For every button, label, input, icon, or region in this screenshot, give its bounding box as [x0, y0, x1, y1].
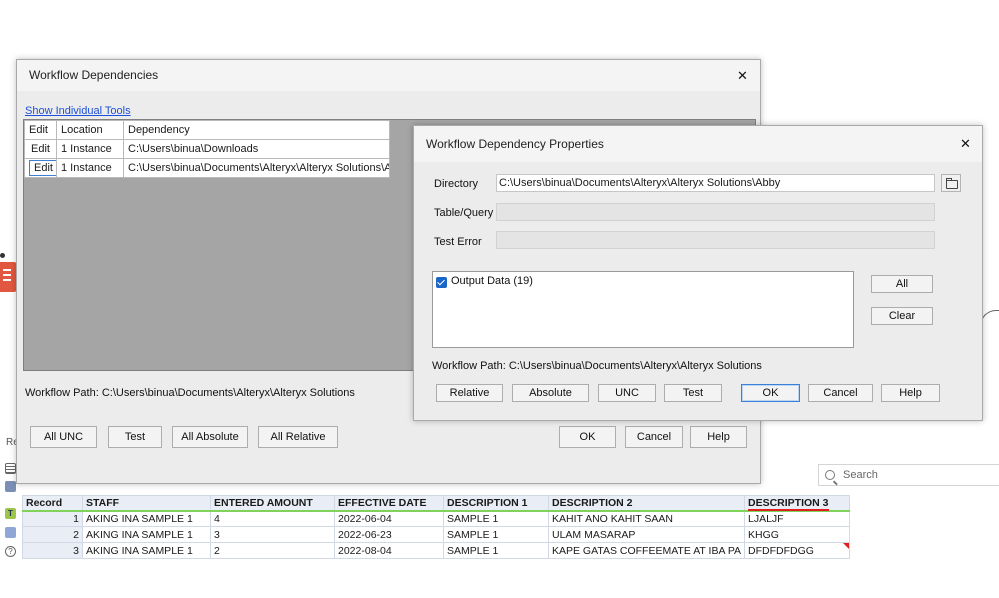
table-row[interactable]: 3 AKING INA SAMPLE 1 2 2022-08-04 SAMPLE… — [22, 542, 850, 559]
cancel-button[interactable]: Cancel — [625, 426, 683, 448]
table-cell[interactable]: ULAM MASARAP — [548, 526, 745, 543]
close-icon[interactable]: ✕ — [737, 68, 748, 84]
help-button[interactable]: Help — [690, 426, 747, 448]
table-cell[interactable]: 2022-06-04 — [334, 510, 444, 527]
table-cell[interactable]: SAMPLE 1 — [443, 526, 549, 543]
column-header-record[interactable]: Record — [22, 495, 83, 512]
list-view-icon[interactable] — [5, 463, 16, 474]
clear-button[interactable]: Clear — [871, 307, 933, 325]
table-cell[interactable]: KAHIT ANO KAHIT SAAN — [548, 510, 745, 527]
grid-header-row: Record STAFF ENTERED AMOUNT EFFECTIVE DA… — [22, 495, 850, 512]
column-header-dependency: Dependency — [123, 120, 390, 140]
table-query-field — [496, 203, 935, 221]
tools-list[interactable]: Output Data (19) — [432, 271, 854, 348]
dialog-title-bar[interactable]: Workflow Dependencies — [17, 60, 760, 91]
column-header-location: Location — [56, 120, 124, 140]
table-row[interactable]: 1 AKING INA SAMPLE 1 4 2022-06-04 SAMPLE… — [22, 510, 850, 527]
ok-button[interactable]: OK — [559, 426, 616, 448]
close-icon[interactable]: ✕ — [960, 136, 971, 152]
test-button[interactable]: Test — [664, 384, 722, 402]
table-view-icon[interactable] — [5, 481, 16, 492]
all-unc-button[interactable]: All UNC — [30, 426, 97, 448]
unc-button[interactable]: UNC — [598, 384, 656, 402]
location-cell: 1 Instance — [56, 139, 124, 159]
help-icon[interactable]: ? — [5, 546, 16, 557]
search-placeholder: Search — [843, 469, 878, 481]
results-data-grid[interactable]: Record STAFF ENTERED AMOUNT EFFECTIVE DA… — [22, 495, 850, 559]
all-absolute-button[interactable]: All Absolute — [172, 426, 248, 448]
location-cell: 1 Instance — [56, 158, 124, 178]
output-tool-icon[interactable] — [0, 262, 17, 292]
dependency-row[interactable]: Edit 1 Instance C:\Users\binua\Downloads — [24, 139, 390, 159]
table-cell[interactable]: LJALJF — [744, 510, 850, 527]
test-error-label: Test Error — [434, 236, 482, 248]
column-header-effective-date[interactable]: EFFECTIVE DATE — [334, 495, 444, 512]
table-cell[interactable]: SAMPLE 1 — [443, 542, 549, 559]
ok-button[interactable]: OK — [741, 384, 800, 402]
table-cell[interactable]: 3 — [210, 526, 335, 543]
table-cell-truncated[interactable]: DFDFDFDGG — [744, 542, 850, 559]
canvas-connection-dot — [0, 253, 5, 258]
column-header-entered-amount[interactable]: ENTERED AMOUNT — [210, 495, 335, 512]
text-type-icon[interactable]: T — [5, 508, 16, 519]
table-query-label: Table/Query — [434, 207, 494, 219]
table-cell[interactable]: KHGG — [744, 526, 850, 543]
dialog-title: Workflow Dependency Properties — [426, 137, 604, 151]
relative-button[interactable]: Relative — [436, 384, 503, 402]
table-cell[interactable]: 2022-08-04 — [334, 542, 444, 559]
dependency-cell[interactable]: C:\Users\binua\Documents\Alteryx\Alteryx… — [123, 158, 390, 178]
search-icon — [825, 470, 835, 480]
checkbox-checked-icon[interactable] — [436, 277, 447, 288]
test-error-field — [496, 231, 935, 249]
dependency-properties-dialog: Workflow Dependency Properties ✕ Directo… — [413, 125, 983, 421]
column-header-description-3-label: DESCRIPTION 3 — [748, 496, 829, 511]
test-button[interactable]: Test — [108, 426, 162, 448]
directory-field[interactable]: C:\Users\binua\Documents\Alteryx\Alteryx… — [496, 174, 935, 192]
help-button[interactable]: Help — [881, 384, 940, 402]
results-search[interactable]: Search — [818, 464, 999, 486]
table-cell[interactable]: AKING INA SAMPLE 1 — [82, 542, 211, 559]
record-cell: 2 — [22, 526, 83, 543]
workflow-path-label: Workflow Path: C:\Users\binua\Documents\… — [432, 360, 762, 372]
dialog-title: Workflow Dependencies — [29, 68, 159, 82]
column-header-description-1[interactable]: DESCRIPTION 1 — [443, 495, 549, 512]
table-cell[interactable]: AKING INA SAMPLE 1 — [82, 510, 211, 527]
table-cell[interactable]: AKING INA SAMPLE 1 — [82, 526, 211, 543]
dialog-title-bar[interactable]: Workflow Dependency Properties — [414, 126, 982, 162]
record-cell: 3 — [22, 542, 83, 559]
tool-item-label[interactable]: Output Data (19) — [451, 275, 533, 287]
dependency-header-row: Edit Location Dependency — [24, 120, 390, 140]
column-header-description-2[interactable]: DESCRIPTION 2 — [548, 495, 745, 512]
absolute-button[interactable]: Absolute — [512, 384, 589, 402]
edit-button[interactable]: Edit — [24, 139, 57, 159]
all-relative-button[interactable]: All Relative — [258, 426, 338, 448]
table-cell[interactable]: 2022-06-23 — [334, 526, 444, 543]
table-row[interactable]: 2 AKING INA SAMPLE 1 3 2022-06-23 SAMPLE… — [22, 526, 850, 543]
dependency-row[interactable]: Edit 1 Instance C:\Users\binua\Documents… — [24, 158, 390, 178]
record-cell: 1 — [22, 510, 83, 527]
metadata-icon[interactable] — [5, 527, 16, 538]
edit-button-label: Edit — [29, 160, 56, 176]
dependency-cell[interactable]: C:\Users\binua\Downloads — [123, 139, 390, 159]
column-header-edit: Edit — [24, 120, 57, 140]
select-all-button[interactable]: All — [871, 275, 933, 293]
edit-button-focused[interactable]: Edit — [24, 158, 57, 178]
table-cell[interactable]: 2 — [210, 542, 335, 559]
table-cell[interactable]: SAMPLE 1 — [443, 510, 549, 527]
workflow-path-label: Workflow Path: C:\Users\binua\Documents\… — [25, 387, 355, 399]
cancel-button[interactable]: Cancel — [808, 384, 873, 402]
dependency-table[interactable]: Edit Location Dependency Edit 1 Instance… — [24, 120, 390, 178]
column-header-description-3[interactable]: DESCRIPTION 3 — [744, 495, 850, 512]
show-individual-tools-link[interactable]: Show Individual Tools — [25, 105, 131, 117]
folder-browse-icon[interactable] — [941, 174, 961, 192]
directory-label: Directory — [434, 178, 479, 190]
table-cell[interactable]: 4 — [210, 510, 335, 527]
column-header-staff[interactable]: STAFF — [82, 495, 211, 512]
table-cell[interactable]: KAPE GATAS COFFEEMATE AT IBA PA — [548, 542, 745, 559]
